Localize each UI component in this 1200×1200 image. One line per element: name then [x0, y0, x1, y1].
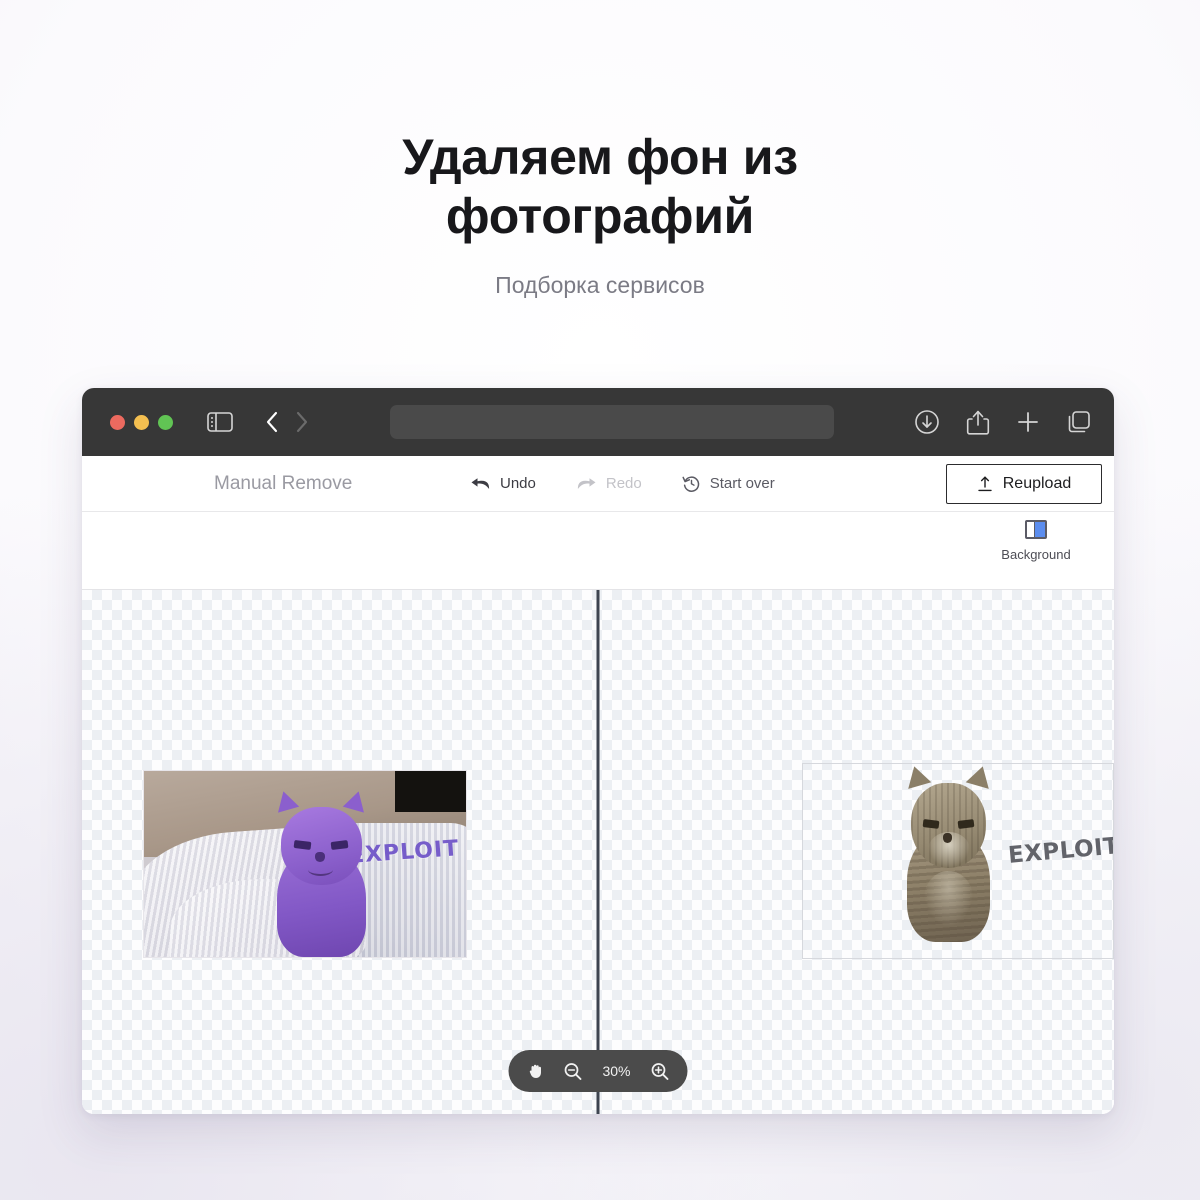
address-bar-input[interactable] [390, 405, 834, 439]
cutout-cat-subject [903, 764, 995, 943]
navigation-arrows [265, 411, 309, 433]
redo-button[interactable]: Redo [576, 475, 642, 493]
start-over-label: Start over [709, 475, 775, 492]
page-title: Удаляем фон из фотографий [320, 128, 880, 246]
hero-section: Удаляем фон из фотографий Подборка серви… [0, 0, 1200, 299]
browser-window: Manual Remove Undo Redo Start over Reupl… [82, 388, 1114, 1114]
chevron-right-icon[interactable] [295, 411, 309, 433]
tab-overview-icon[interactable] [1066, 409, 1092, 435]
result-image-text: EXPLOIT [1006, 832, 1114, 869]
app-toolbar: Manual Remove Undo Redo Start over Reupl… [82, 456, 1114, 512]
options-bar: Background [82, 512, 1114, 590]
page-title-line-1: Удаляем фон из [402, 129, 798, 185]
upload-icon [977, 475, 993, 493]
minimize-window-button[interactable] [134, 414, 149, 430]
redo-label: Redo [605, 475, 642, 492]
browser-toolbar-right [914, 409, 1092, 436]
reupload-label: Reupload [1002, 474, 1072, 492]
undo-button[interactable]: Undo [470, 475, 536, 493]
window-controls [110, 414, 173, 430]
background-tool-label: Background [1001, 547, 1071, 562]
start-over-button[interactable]: Start over [682, 474, 775, 493]
new-tab-icon[interactable] [1016, 410, 1040, 434]
page-title-line-2: фотографий [445, 188, 755, 244]
zoom-in-icon[interactable] [651, 1062, 670, 1081]
page-subtitle: Подборка сервисов [495, 272, 705, 298]
history-tools: Undo Redo Start over [470, 474, 775, 493]
hand-icon[interactable] [527, 1061, 547, 1081]
download-icon[interactable] [914, 409, 940, 435]
result-image[interactable]: EXPLOIT [802, 763, 1114, 959]
background-tool-button[interactable]: Background [990, 520, 1082, 562]
share-icon[interactable] [966, 409, 990, 436]
background-split-icon [1025, 520, 1047, 539]
sidebar-icon[interactable] [207, 412, 233, 432]
browser-titlebar [82, 388, 1114, 456]
zoom-controls: 30% [508, 1050, 688, 1092]
close-window-button[interactable] [110, 414, 125, 430]
masked-cat-subject [272, 788, 370, 957]
zoom-out-icon[interactable] [564, 1062, 583, 1081]
start-over-icon [682, 474, 701, 493]
undo-icon [470, 475, 491, 493]
original-image[interactable]: EXPLOIT [143, 770, 467, 958]
reupload-button[interactable]: Reupload [946, 463, 1102, 504]
redo-icon [576, 475, 597, 493]
undo-label: Undo [500, 475, 536, 492]
comparison-divider[interactable] [596, 590, 600, 1114]
chevron-left-icon[interactable] [265, 411, 279, 433]
maximize-window-button[interactable] [158, 414, 173, 430]
zoom-level-label: 30% [602, 1063, 631, 1079]
app-title: Manual Remove [214, 472, 353, 494]
editor-canvas[interactable]: EXPLOIT EXPLOIT 30% [82, 590, 1114, 1114]
